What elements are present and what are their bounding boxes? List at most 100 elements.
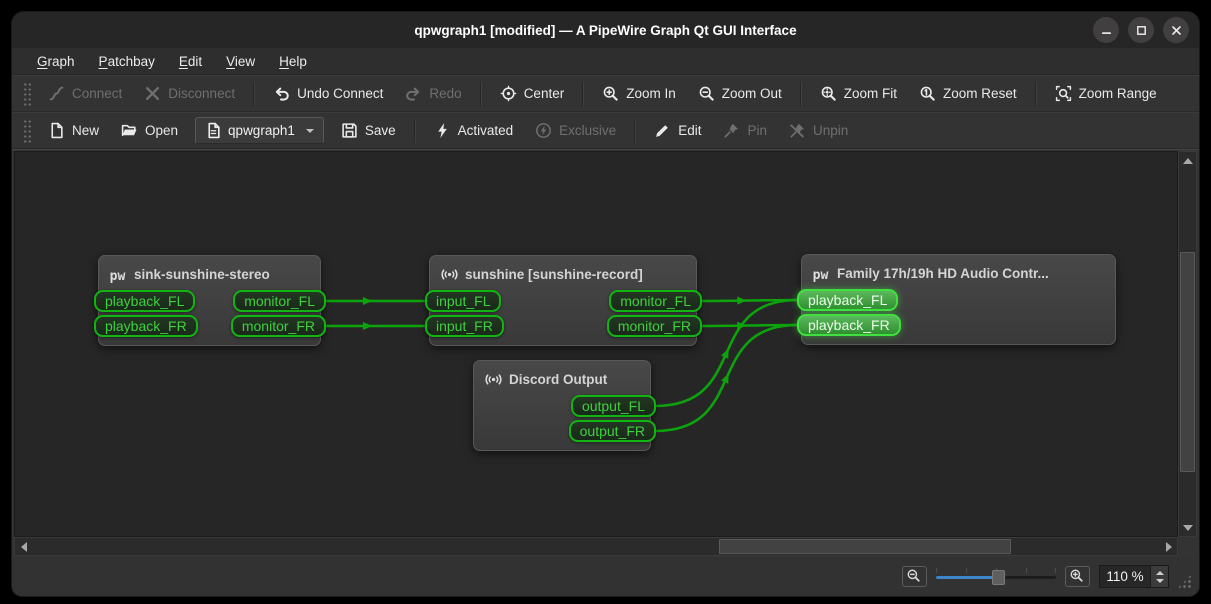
window-resize-grip[interactable] xyxy=(1177,574,1192,589)
zoom-in-button[interactable]: Zoom In xyxy=(592,80,686,107)
spin-up-icon xyxy=(1156,571,1164,575)
activated-label: Activated xyxy=(458,123,514,138)
activated-button[interactable]: Activated xyxy=(424,117,524,144)
save-button[interactable]: Save xyxy=(331,117,406,144)
edit-button[interactable]: Edit xyxy=(644,117,711,144)
port-playback-fl[interactable]: playback_FL xyxy=(797,289,898,311)
port-monitor-fr[interactable]: monitor_FR xyxy=(231,315,326,337)
broadcast-icon xyxy=(484,370,503,389)
zoom-range-icon xyxy=(1055,85,1072,102)
port-input-fr[interactable]: input_FR xyxy=(425,315,504,337)
vertical-scrollbar[interactable] xyxy=(1178,151,1197,537)
node-ports: input_FLinput_FRmonitor_FLmonitor_FR xyxy=(430,290,696,337)
pipewire-icon: pw xyxy=(812,264,831,283)
port-playback-fr[interactable]: playback_FR xyxy=(94,315,198,337)
menu-graph[interactable]: Graph xyxy=(26,51,86,72)
zoom-fit-icon xyxy=(820,85,837,102)
zoom-slider-handle[interactable] xyxy=(992,570,1005,585)
node-discord-output[interactable]: Discord Outputoutput_FLoutput_FR xyxy=(473,360,651,451)
zoom-spin-buttons[interactable] xyxy=(1151,565,1169,588)
edit-icon xyxy=(654,122,671,139)
toolbar-drag-handle[interactable] xyxy=(22,81,31,107)
unpin-icon xyxy=(789,122,806,139)
scroll-up-button[interactable] xyxy=(1179,152,1196,169)
center-button[interactable]: Center xyxy=(490,80,575,107)
menu-edit[interactable]: Edit xyxy=(168,51,213,72)
node-title-text: Discord Output xyxy=(509,372,607,387)
open-button[interactable]: Open xyxy=(111,117,188,144)
node-title-text: sunshine [sunshine-record] xyxy=(465,267,643,282)
zoom-fit-button[interactable]: Zoom Fit xyxy=(810,80,907,107)
pin-label: Pin xyxy=(747,123,767,138)
zoom-in-button[interactable] xyxy=(1065,566,1090,587)
arrow-left-icon xyxy=(21,542,27,552)
zoom-out-button[interactable] xyxy=(902,566,927,587)
port-playback-fl[interactable]: playback_FL xyxy=(94,290,195,312)
zoom-range-label: Zoom Range xyxy=(1079,86,1157,101)
scroll-left-button[interactable] xyxy=(15,538,32,555)
horizontal-scrollbar[interactable] xyxy=(14,537,1178,556)
menu-patchbay[interactable]: Patchbay xyxy=(88,51,166,72)
exclusive-label: Exclusive xyxy=(559,123,616,138)
node-sunshine[interactable]: sunshine [sunshine-record] input_FLinput_… xyxy=(429,255,697,346)
save-label: Save xyxy=(365,123,396,138)
close-icon xyxy=(1168,22,1185,39)
port-monitor-fl[interactable]: monitor_FL xyxy=(609,290,702,312)
maximize-button[interactable] xyxy=(1128,17,1154,43)
disconnect-label: Disconnect xyxy=(168,86,235,101)
patchbay-selector[interactable]: qpwgraph1 xyxy=(195,117,324,144)
arrow-up-icon xyxy=(1183,158,1193,164)
port-monitor-fl[interactable]: monitor_FL xyxy=(233,290,326,312)
window-controls xyxy=(1093,17,1189,43)
port-input-fl[interactable]: input_FL xyxy=(425,290,501,312)
new-label: New xyxy=(72,123,99,138)
broadcast-icon xyxy=(440,265,459,284)
magnifier-minus-icon xyxy=(906,568,923,585)
pin-icon xyxy=(723,122,740,139)
zoom-range-button[interactable]: Zoom Range xyxy=(1045,80,1167,107)
horizontal-scrollbar-thumb[interactable] xyxy=(719,539,1011,554)
undo-connect-button[interactable]: Undo Connect xyxy=(263,80,393,107)
scroll-down-button[interactable] xyxy=(1179,519,1196,536)
zoom-slider[interactable] xyxy=(936,566,1056,587)
toolbar-separator xyxy=(582,82,584,106)
scroll-right-button[interactable] xyxy=(1160,538,1177,555)
vertical-scrollbar-thumb[interactable] xyxy=(1180,252,1195,472)
close-button[interactable] xyxy=(1163,17,1189,43)
disconnect-icon xyxy=(144,85,161,102)
patchbay-file-icon xyxy=(205,122,222,139)
port-playback-fr[interactable]: playback_FR xyxy=(797,314,901,336)
unpin-label: Unpin xyxy=(813,123,848,138)
toolbar-separator xyxy=(414,119,416,143)
svg-text:pw: pw xyxy=(110,269,126,284)
title-bar[interactable]: qpwgraph1 [modified] — A PipeWire Graph … xyxy=(12,12,1199,48)
port-output-fl[interactable]: output_FL xyxy=(571,395,656,417)
redo-label: Redo xyxy=(429,86,461,101)
maximize-icon xyxy=(1133,22,1150,39)
node-family-hd-audio[interactable]: pwFamily 17h/19h HD Audio Contr...playba… xyxy=(801,254,1116,345)
zoom-out-button[interactable]: Zoom Out xyxy=(688,80,792,107)
new-button[interactable]: New xyxy=(38,117,109,144)
minimize-button[interactable] xyxy=(1093,17,1119,43)
undo-icon xyxy=(273,85,290,102)
menu-help[interactable]: Help xyxy=(268,51,318,72)
unpin-button: Unpin xyxy=(779,117,858,144)
app-window: qpwgraph1 [modified] — A PipeWire Graph … xyxy=(12,12,1199,596)
arrow-down-icon xyxy=(1183,525,1193,531)
menu-bar: GraphPatchbayEditViewHelp xyxy=(12,48,1199,75)
undo-connect-label: Undo Connect xyxy=(297,86,383,101)
toolbar-drag-handle[interactable] xyxy=(22,118,31,144)
exclusive-icon xyxy=(535,122,552,139)
toolbar-graph: ConnectDisconnectUndo ConnectRedoCenterZ… xyxy=(12,75,1199,112)
node-ports: playback_FLplayback_FRmonitor_FLmonitor_… xyxy=(99,290,320,337)
zoom-reset-button[interactable]: Zoom Reset xyxy=(909,80,1027,107)
node-title: pwsink-sunshine-stereo xyxy=(109,263,310,286)
zoom-out-label: Zoom Out xyxy=(722,86,782,101)
port-output-fr[interactable]: output_FR xyxy=(569,420,656,442)
graph-view[interactable]: pwsink-sunshine-stereoplayback_FLplaybac… xyxy=(14,151,1178,537)
zoom-value[interactable]: 110 % xyxy=(1099,565,1151,588)
toolbar-separator xyxy=(253,82,255,106)
node-sink-sunshine-stereo[interactable]: pwsink-sunshine-stereo playback_FLplaybac… xyxy=(98,255,321,346)
menu-view[interactable]: View xyxy=(215,51,266,72)
port-monitor-fr[interactable]: monitor_FR xyxy=(607,315,702,337)
